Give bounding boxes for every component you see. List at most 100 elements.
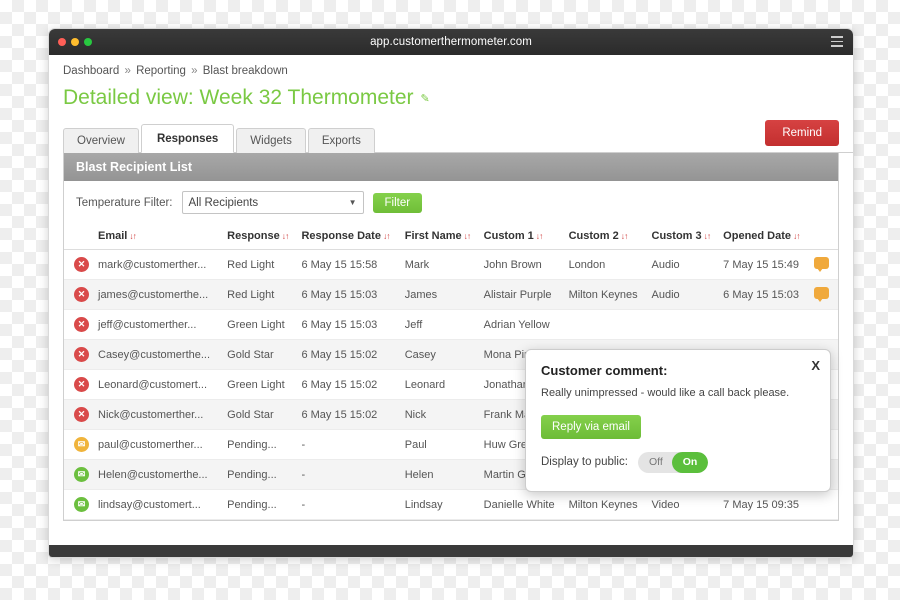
display-to-public-label: Display to public:: [541, 456, 628, 469]
row-email: paul@customerther...: [94, 429, 224, 460]
sort-icon: ↓↑: [793, 231, 800, 241]
comment-bubble-icon[interactable]: [814, 287, 829, 302]
th-email[interactable]: Email ↓↑: [94, 224, 224, 250]
window-bottom-bar: [49, 545, 853, 557]
pending-status-icon: ✉: [74, 437, 89, 452]
row-response-date: -: [297, 489, 401, 520]
customer-comment-popover: X Customer comment: Really unimpressed -…: [525, 349, 831, 492]
row-response: Pending...: [223, 489, 298, 520]
tab-overview[interactable]: Overview: [63, 128, 139, 153]
reply-via-email-button[interactable]: Reply via email: [541, 414, 641, 439]
pencil-edit-icon[interactable]: ✎: [421, 92, 430, 105]
hamburger-icon[interactable]: [831, 36, 843, 47]
table-row[interactable]: ✕ james@customerthe... Red Light 6 May 15 1…: [64, 279, 838, 310]
remind-button[interactable]: Remind: [765, 120, 839, 146]
row-first-name: Leonard: [400, 369, 480, 400]
display-to-public-toggle[interactable]: Off On: [637, 451, 709, 473]
row-custom-1: Adrian Yellow: [479, 309, 565, 340]
address-bar[interactable]: app.customerthermometer.com: [49, 36, 853, 48]
row-first-name: Paul: [400, 429, 480, 460]
row-response: Green Light: [223, 369, 298, 400]
table-header-row: Email ↓↑ Response ↓↑ Response Date ↓↑ First…: [64, 224, 838, 250]
row-comment-cell[interactable]: [810, 249, 838, 280]
th-response-date[interactable]: Response Date ↓↑: [297, 224, 401, 250]
th-custom-3[interactable]: Custom 3 ↓↑: [647, 224, 720, 250]
row-opened-date: 7 May 15 15:49: [719, 249, 810, 280]
breadcrumb-item-reporting[interactable]: Reporting: [136, 65, 186, 77]
tab-bar: Overview Responses Widgets Exports Remin…: [63, 120, 853, 153]
opened-status-icon: ✉: [74, 467, 89, 482]
row-status-cell: ✉: [64, 459, 94, 490]
temperature-filter-value: All Recipients: [188, 196, 259, 209]
row-first-name: Casey: [400, 339, 480, 370]
breadcrumb-item-dashboard[interactable]: Dashboard: [63, 65, 119, 77]
close-icon[interactable]: X: [811, 358, 820, 373]
row-response: Red Light: [223, 279, 298, 310]
sort-icon: ↓↑: [463, 231, 471, 241]
row-opened-date: 7 May 15 09:35: [719, 489, 810, 520]
breadcrumb-item-blast-breakdown[interactable]: Blast breakdown: [203, 65, 288, 77]
table-row[interactable]: ✉ lindsay@customert... Pending... - Lindsay D…: [64, 489, 838, 520]
sort-icon: ↓↑: [382, 231, 390, 241]
temperature-filter-select[interactable]: All Recipients ▼: [181, 191, 364, 214]
row-custom-2: Milton Keynes: [564, 489, 648, 520]
th-response[interactable]: Response ↓↑: [223, 224, 298, 250]
opened-status-icon: ✉: [74, 497, 89, 512]
row-response: Gold Star: [223, 399, 298, 430]
row-status-cell: ✕: [64, 279, 94, 310]
page-title-text: Detailed view: Week 32 Thermometer: [63, 86, 414, 109]
th-custom-2[interactable]: Custom 2 ↓↑: [564, 224, 648, 250]
red-light-status-icon: ✕: [74, 317, 89, 332]
row-email: Casey@customerthe...: [94, 339, 224, 370]
page-content: Dashboard » Reporting » Blast breakdown …: [49, 55, 853, 557]
row-custom-3: [647, 309, 720, 340]
row-response-date: 6 May 15 15:02: [297, 369, 401, 400]
row-response-date: -: [297, 459, 401, 490]
row-custom-2: London: [564, 249, 648, 280]
red-light-status-icon: ✕: [74, 347, 89, 362]
sort-icon: ↓↑: [620, 231, 628, 241]
filter-button[interactable]: Filter: [372, 192, 423, 213]
table-row[interactable]: ✕ jeff@customerther... Green Light 6 May 15…: [64, 309, 838, 340]
row-response-date: -: [297, 429, 401, 460]
row-status-cell: ✕: [64, 339, 94, 370]
tab-widgets[interactable]: Widgets: [236, 128, 306, 153]
sort-icon: ↓↑: [703, 231, 711, 241]
row-custom-1: Danielle White: [479, 489, 565, 520]
row-first-name: Jeff: [400, 309, 480, 340]
th-custom-1[interactable]: Custom 1 ↓↑: [479, 224, 565, 250]
comment-bubble-icon[interactable]: [814, 257, 829, 272]
row-response: Red Light: [223, 249, 298, 280]
row-comment-cell: [810, 489, 838, 520]
red-light-status-icon: ✕: [74, 257, 89, 272]
row-response: Pending...: [223, 429, 298, 460]
browser-titlebar: app.customerthermometer.com: [49, 29, 853, 55]
row-response: Green Light: [223, 309, 298, 340]
row-custom-3: Video: [647, 489, 720, 520]
row-response-date: 6 May 15 15:02: [297, 339, 401, 370]
row-email: mark@customerther...: [94, 249, 224, 280]
table-row[interactable]: ✕ mark@customerther... Red Light 6 May 15 1…: [64, 249, 838, 280]
red-light-status-icon: ✕: [74, 377, 89, 392]
filter-bar: Temperature Filter: All Recipients ▼ Fil…: [64, 181, 838, 224]
toggle-off-label[interactable]: Off: [638, 452, 672, 473]
row-comment-cell: [810, 309, 838, 340]
tab-exports[interactable]: Exports: [307, 128, 375, 153]
th-opened-date[interactable]: Opened Date ↓↑: [719, 224, 810, 250]
breadcrumb-separator: »: [124, 65, 131, 77]
row-first-name: Lindsay: [400, 489, 480, 520]
page-title: Detailed view: Week 32 Thermometer ✎: [49, 77, 853, 110]
th-first-name[interactable]: First Name ↓↑: [400, 224, 480, 250]
row-custom-3: Audio: [647, 279, 720, 310]
row-first-name: James: [400, 279, 480, 310]
tab-responses[interactable]: Responses: [140, 124, 235, 153]
toggle-on-label[interactable]: On: [671, 451, 709, 473]
red-light-status-icon: ✕: [74, 407, 89, 422]
row-custom-2: [564, 309, 648, 340]
sort-icon: ↓↑: [535, 231, 543, 241]
row-first-name: Helen: [400, 459, 480, 490]
row-first-name: Mark: [400, 249, 480, 280]
row-response: Pending...: [223, 459, 298, 490]
row-opened-date: [719, 309, 810, 340]
row-comment-cell[interactable]: [810, 279, 838, 310]
